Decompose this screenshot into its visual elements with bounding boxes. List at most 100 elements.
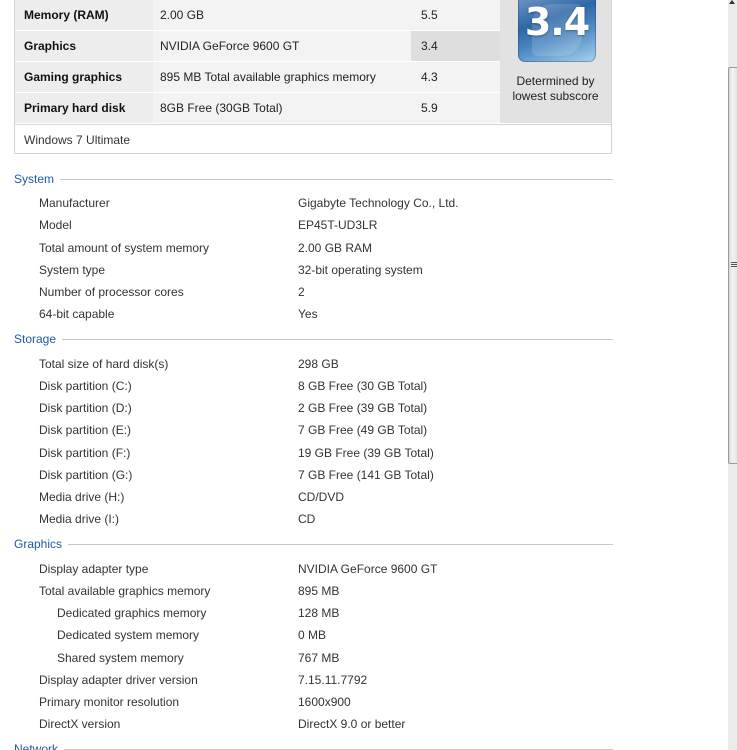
property-label: Total amount of system memory [39, 241, 210, 255]
base-score-caption: Determined by lowest subscore [512, 74, 599, 103]
property-label: Dedicated system memory [57, 628, 200, 642]
property-label: DirectX version [39, 717, 121, 731]
property-label: Total available graphics memory [39, 584, 211, 598]
section-header-system: System [14, 171, 613, 187]
property-label: Total size of hard disk(s) [39, 357, 169, 371]
component-name: Graphics [15, 31, 153, 61]
property-label: Disk partition (F:) [39, 446, 131, 460]
section-divider [14, 339, 613, 340]
property-value: 2 GB Free (39 GB Total) [298, 401, 428, 415]
property-value: 2 [298, 285, 305, 299]
score-row-graphics: Graphics NVIDIA GeForce 9600 GT 3.4 [15, 31, 500, 61]
section-divider [14, 179, 613, 180]
property-label: Disk partition (G:) [39, 468, 133, 482]
base-score-value: 3.4 [524, 0, 590, 44]
section-title: Storage [14, 331, 63, 347]
property-value: Yes [298, 307, 318, 321]
property-row: Primary monitor resolution 1600x900 [0, 692, 620, 712]
property-row: Disk partition (E:) 7 GB Free (49 GB Tot… [0, 420, 620, 440]
windows-edition: Windows 7 Ultimate [15, 124, 611, 154]
property-label: 64-bit capable [39, 307, 115, 321]
property-label: Manufacturer [39, 196, 110, 210]
property-value: DirectX 9.0 or better [298, 717, 406, 731]
property-row: Total amount of system memory 2.00 GB RA… [0, 238, 620, 258]
property-row: Total available graphics memory 895 MB [0, 581, 620, 601]
score-row-primary-hard-disk: Primary hard disk 8GB Free (30GB Total) … [15, 93, 500, 123]
component-name: Gaming graphics [15, 62, 153, 92]
property-value: 7 GB Free (141 GB Total) [298, 468, 434, 482]
property-label: Disk partition (D:) [39, 401, 132, 415]
property-row: Disk partition (D:) 2 GB Free (39 GB Tot… [0, 398, 620, 418]
property-value: NVIDIA GeForce 9600 GT [298, 562, 438, 576]
property-value: 19 GB Free (39 GB Total) [298, 446, 434, 460]
section-header-graphics: Graphics [14, 536, 613, 552]
property-row: System type 32-bit operating system [0, 260, 620, 280]
component-name: Memory (RAM) [15, 0, 153, 30]
property-row: Disk partition (C:) 8 GB Free (30 GB Tot… [0, 376, 620, 396]
property-row: Disk partition (F:) 19 GB Free (39 GB To… [0, 443, 620, 463]
property-row: Number of processor cores 2 [0, 282, 620, 302]
component-subscore: 3.4 [411, 31, 500, 61]
property-label: Display adapter type [39, 562, 149, 576]
property-value: CD/DVD [298, 490, 345, 504]
property-label: System type [39, 263, 106, 277]
base-score-panel: 3.4 Determined by lowest subscore [500, 0, 611, 123]
component-subscore: 5.5 [411, 0, 500, 30]
section-title: System [14, 171, 61, 187]
property-label: Dedicated graphics memory [57, 606, 207, 620]
grip-icon [731, 262, 737, 268]
property-value: 1600x900 [298, 695, 351, 709]
scrollbar-thumb[interactable] [728, 67, 737, 464]
component-details: 895 MB Total available graphics memory [153, 62, 411, 92]
property-label: Number of processor cores [39, 285, 184, 299]
property-value: 895 MB [298, 584, 340, 598]
property-label: Model [39, 218, 72, 232]
property-value: 8 GB Free (30 GB Total) [298, 379, 428, 393]
score-row-memory: Memory (RAM) 2.00 GB 5.5 [15, 0, 500, 30]
base-score-badge: 3.4 [518, 0, 596, 62]
property-row: 64-bit capable Yes [0, 304, 620, 324]
property-row: Media drive (I:) CD [0, 509, 620, 529]
property-row: Shared system memory 767 MB [0, 648, 620, 668]
section-title: Graphics [14, 536, 69, 552]
property-row: Total size of hard disk(s) 298 GB [0, 354, 620, 374]
component-details: NVIDIA GeForce 9600 GT [153, 31, 411, 61]
property-value: CD [298, 512, 316, 526]
system-properties-page: Memory (RAM) 2.00 GB 5.5 Graphics NVIDIA… [0, 0, 737, 750]
performance-score-table: Memory (RAM) 2.00 GB 5.5 Graphics NVIDIA… [14, 0, 612, 154]
scroll-up-arrow-icon[interactable] [729, 0, 735, 4]
property-label: Disk partition (C:) [39, 379, 132, 393]
section-title: Network [14, 741, 65, 750]
property-row: DirectX version DirectX 9.0 or better [0, 714, 620, 734]
component-subscore: 5.9 [411, 93, 500, 123]
section-divider [14, 544, 613, 545]
property-value: Gigabyte Technology Co., Ltd. [298, 196, 459, 210]
property-value: 128 MB [298, 606, 340, 620]
property-label: Media drive (I:) [39, 512, 120, 526]
component-details: 8GB Free (30GB Total) [153, 93, 411, 123]
property-row: Dedicated system memory 0 MB [0, 625, 620, 645]
component-subscore: 4.3 [411, 62, 500, 92]
section-header-storage: Storage [14, 331, 613, 347]
property-row: Display adapter type NVIDIA GeForce 9600… [0, 559, 620, 579]
property-value: 32-bit operating system [298, 263, 423, 277]
score-row-gaming-graphics: Gaming graphics 895 MB Total available g… [15, 62, 500, 92]
component-details: 2.00 GB [153, 0, 411, 30]
property-value: 298 GB [298, 357, 339, 371]
property-row: Manufacturer Gigabyte Technology Co., Lt… [0, 193, 620, 213]
property-row: Dedicated graphics memory 128 MB [0, 603, 620, 623]
component-name: Primary hard disk [15, 93, 153, 123]
property-value: 7.15.11.7792 [298, 673, 368, 687]
property-value: 2.00 GB RAM [298, 241, 373, 255]
property-row: Media drive (H:) CD/DVD [0, 487, 620, 507]
property-label: Media drive (H:) [39, 490, 125, 504]
property-value: 767 MB [298, 651, 340, 665]
property-value: EP45T-UD3LR [298, 218, 378, 232]
property-value: 0 MB [298, 628, 327, 642]
property-label: Shared system memory [57, 651, 184, 665]
section-header-network: Network [14, 741, 613, 750]
property-label: Primary monitor resolution [39, 695, 180, 709]
vertical-scrollbar[interactable] [728, 0, 737, 750]
property-row: Disk partition (G:) 7 GB Free (141 GB To… [0, 465, 620, 485]
property-label: Disk partition (E:) [39, 423, 132, 437]
